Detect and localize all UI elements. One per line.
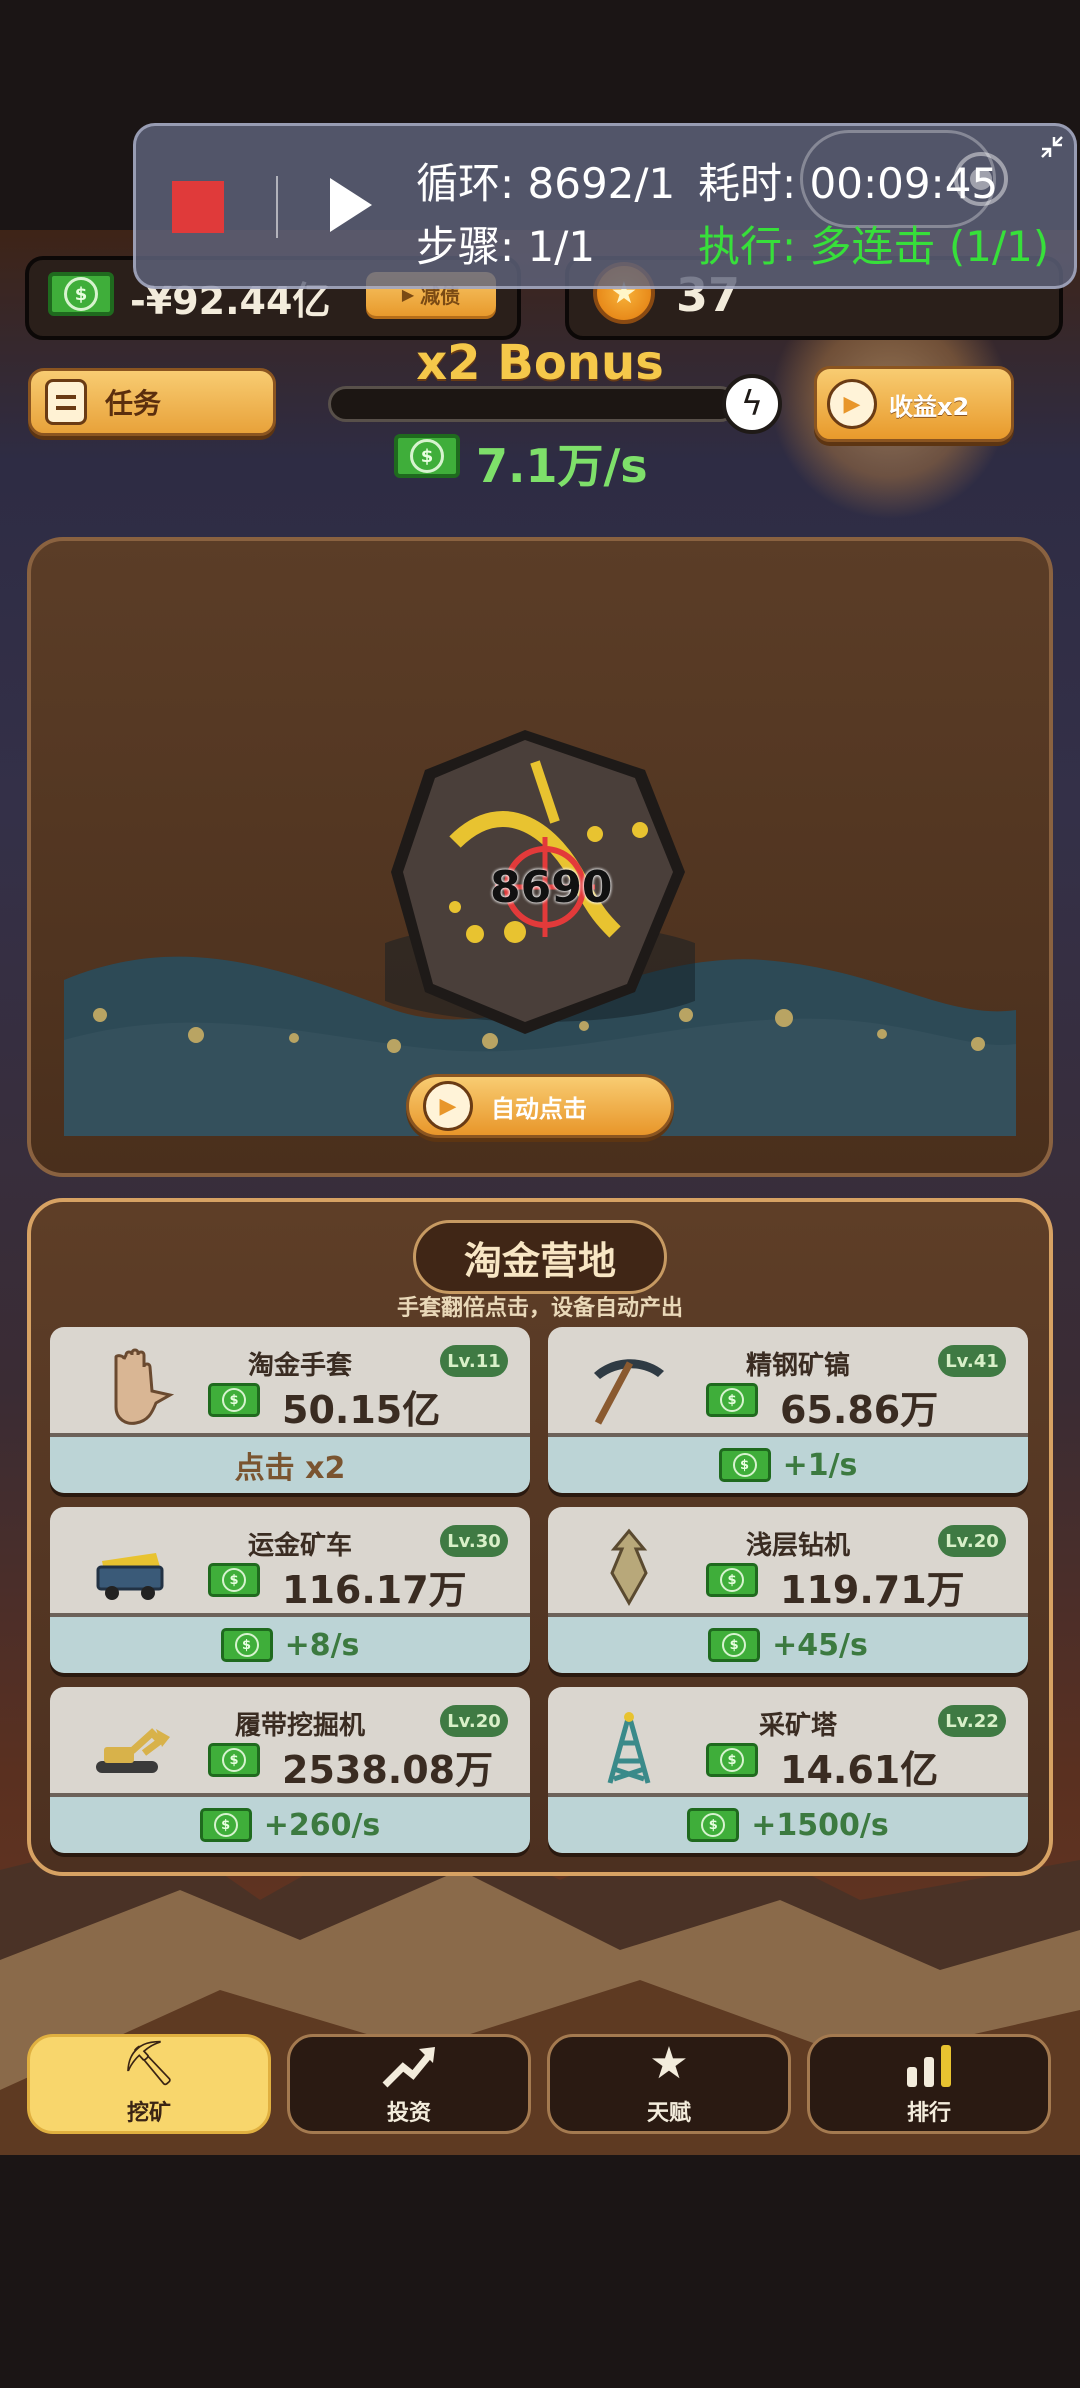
mine-cart-icon — [96, 1553, 164, 1600]
card-price: 119.71万 — [780, 1568, 965, 1612]
earn-x2-label: 收益x2 — [889, 392, 970, 421]
camp-title: 淘金营地 — [413, 1220, 667, 1294]
card-name: 采矿塔 — [758, 1711, 837, 1741]
auto-click-label: 自动点击 — [491, 1094, 587, 1123]
card-price: 14.61亿 — [780, 1748, 939, 1792]
cash-icon: $ — [706, 1743, 758, 1777]
tasks-button[interactable]: 任务 — [28, 368, 276, 436]
income-rate: 7.1万/s — [476, 439, 648, 493]
play-button[interactable] — [330, 178, 372, 232]
stop-button[interactable] — [172, 181, 224, 233]
bottom-dark-area — [0, 2155, 1080, 2388]
nav-label: 投资 — [386, 2101, 431, 2126]
card-effect: +1500/s — [751, 1807, 889, 1843]
upgrade-card-mine-cart[interactable]: 运金矿车 Lv.30 $ 116.17万 $ +8/s — [50, 1507, 530, 1673]
cash-icon: $ — [208, 1383, 260, 1417]
nav-label: 排行 — [906, 2101, 951, 2126]
card-effect: +8/s — [284, 1627, 360, 1663]
card-effect: +45/s — [772, 1627, 868, 1663]
cash-icon: $ — [208, 1743, 260, 1777]
level-badge: Lv.30 — [440, 1525, 508, 1557]
lightning-icon[interactable]: ϟ — [722, 374, 782, 434]
bonus-progress-bar — [328, 386, 738, 422]
nav-label: 天赋 — [646, 2101, 691, 2126]
overlay-divider — [276, 176, 278, 238]
level-badge: Lv.20 — [440, 1705, 508, 1737]
nav-mining[interactable]: ⛏ 挖矿 — [27, 2034, 271, 2134]
camp-subtitle: 手套翻倍点击，设备自动产出 — [396, 1296, 683, 1321]
drill-icon — [610, 1528, 648, 1607]
upgrade-card-mining-tower[interactable]: 采矿塔 Lv.22 $ 14.61亿 $ +1500/s — [548, 1687, 1028, 1853]
nav-talent[interactable]: ★ 天赋 — [547, 2034, 791, 2134]
action-status: 执行: 多连击 (1/1) — [698, 222, 1050, 271]
mining-tower-icon — [607, 1712, 651, 1784]
card-name: 淘金手套 — [247, 1351, 352, 1381]
glove-icon — [114, 1348, 175, 1425]
cash-icon: $ — [687, 1808, 740, 1842]
nav-invest[interactable]: 投资 — [287, 2034, 531, 2134]
card-name: 浅层钻机 — [745, 1531, 850, 1561]
card-name: 精钢矿镐 — [745, 1351, 850, 1381]
cash-icon: $ — [718, 1448, 771, 1482]
upgrade-card-drill[interactable]: 浅层钻机 Lv.20 $ 119.71万 $ +45/s — [548, 1507, 1028, 1673]
trend-up-icon — [382, 2047, 435, 2088]
elapsed-time: 耗时: 00:09:45 — [698, 159, 999, 208]
nav-label: 挖矿 — [126, 2101, 171, 2126]
cash-icon: $ — [706, 1383, 758, 1417]
nav-ranking[interactable]: 排行 — [807, 2034, 1051, 2134]
auto-click-button[interactable]: ▶ 自动点击 — [406, 1074, 674, 1138]
task-list-icon — [45, 379, 87, 425]
card-price: 65.86万 — [780, 1388, 939, 1432]
level-badge: Lv.22 — [938, 1705, 1006, 1737]
collapse-icon[interactable] — [1038, 133, 1066, 161]
level-badge: Lv.20 — [938, 1525, 1006, 1557]
cash-icon: $ — [208, 1563, 260, 1597]
card-price: 2538.08万 — [282, 1748, 494, 1792]
upgrade-card-glove[interactable]: 淘金手套 Lv.11 $ 50.15亿 点击 x2 — [50, 1327, 530, 1493]
card-name: 履带挖掘机 — [234, 1711, 365, 1741]
step-counter: 步骤: 1/1 — [416, 222, 596, 271]
card-effect: +1/s — [782, 1447, 858, 1483]
level-badge: Lv.41 — [938, 1345, 1006, 1377]
bar-chart-icon — [907, 2045, 951, 2087]
excavator-icon — [96, 1728, 170, 1773]
play-icon: ▶ — [423, 1081, 473, 1131]
pickaxe-icon — [594, 1359, 664, 1425]
upgrade-card-pickaxe[interactable]: 精钢矿镐 Lv.41 $ 65.86万 $ +1/s — [548, 1327, 1028, 1493]
tasks-label: 任务 — [105, 387, 162, 420]
cash-icon: $ — [394, 434, 460, 478]
cash-icon: $ — [708, 1628, 761, 1662]
card-effect: +260/s — [263, 1807, 381, 1843]
cash-icon: $ — [706, 1563, 758, 1597]
cash-icon: $ — [220, 1628, 273, 1662]
card-effect: 点击 x2 — [234, 1451, 346, 1486]
cash-icon: $ — [199, 1808, 252, 1842]
card-name: 运金矿车 — [247, 1531, 352, 1561]
card-price: 50.15亿 — [282, 1388, 441, 1432]
cash-icon: $ — [48, 272, 114, 316]
play-icon: ▶ — [827, 379, 877, 429]
pickaxe-icon: ⛏ — [121, 2038, 177, 2089]
card-price: 116.17万 — [282, 1568, 467, 1612]
level-badge: Lv.11 — [440, 1345, 508, 1377]
bonus-title: x2 Bonus — [416, 335, 664, 391]
loop-counter: 循环: 8692/1 — [416, 159, 676, 208]
click-counter: 8690 — [490, 862, 613, 913]
earn-x2-button[interactable]: ▶ 收益x2 — [814, 366, 1014, 442]
upgrade-card-excavator[interactable]: 履带挖掘机 Lv.20 $ 2538.08万 $ +260/s — [50, 1687, 530, 1853]
star-icon: ★ — [649, 2038, 689, 2089]
